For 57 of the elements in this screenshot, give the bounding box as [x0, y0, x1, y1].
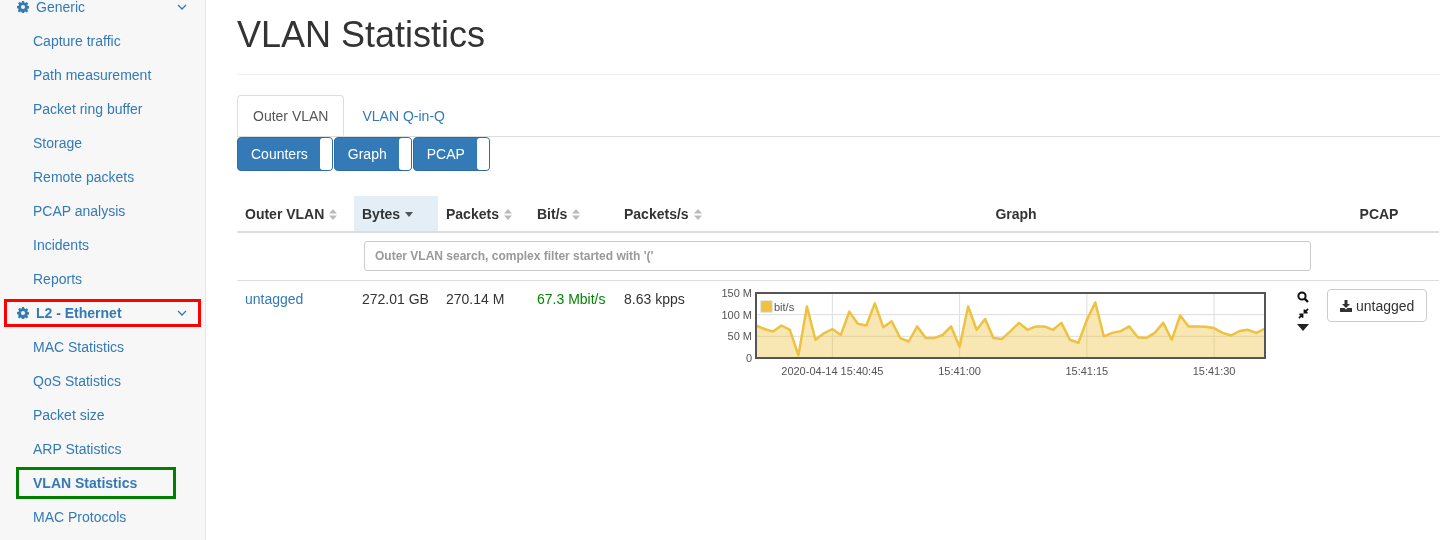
sort-icon [693, 209, 702, 221]
search-field[interactable]: Outer VLAN search, complex filter started with '(' [364, 241, 1311, 271]
x-tick-label: 2020-04-14 15:40:45 [781, 365, 884, 377]
table-cell: 272.01 GB [362, 291, 429, 307]
sidebar-item[interactable]: Storage [17, 128, 122, 158]
sidebar-item[interactable]: Packet ring buffer [17, 94, 182, 124]
compress-icon[interactable] [1297, 308, 1309, 319]
sort-icon [329, 209, 338, 221]
sidebar-item[interactable]: PCAP analysis [17, 196, 165, 226]
sidebar-group-header[interactable]: L2 - Ethernet [1, 296, 204, 330]
search-icon[interactable] [1297, 291, 1309, 303]
chevron-icon [177, 310, 187, 316]
x-tick-label: 15:41:00 [938, 365, 981, 377]
sort-icon [572, 209, 581, 221]
sidebar-item[interactable]: MAC Statistics [17, 332, 163, 362]
y-tick-label: 150 M [721, 287, 752, 299]
sidebar-item[interactable]: Incidents [17, 230, 129, 260]
sidebar-item[interactable]: VLAN Statistics [17, 468, 177, 498]
chevron-icon [177, 4, 187, 10]
sidebar-item[interactable]: Capture traffic [17, 26, 160, 56]
caret-down-icon[interactable] [1297, 324, 1309, 331]
y-tick-label: 0 [745, 352, 752, 364]
sidebar-item[interactable]: ARP Statistics [17, 434, 161, 464]
column-header[interactable]: Bytes [354, 196, 438, 232]
tab[interactable]: VLAN Q-in-Q [346, 95, 461, 136]
y-tick-label: 100 M [721, 308, 752, 321]
column-header: PCAP [1319, 196, 1439, 232]
table-cell: 270.14 M [446, 291, 505, 307]
sort-icon [503, 209, 512, 221]
sidebar-item[interactable]: Packet size [17, 400, 144, 430]
tab[interactable]: Outer VLAN [237, 95, 345, 136]
download-button[interactable]: untagged [1327, 289, 1428, 322]
sidebar-item[interactable]: MAC Protocols [17, 502, 166, 532]
y-tick-label: 50 M [727, 330, 752, 343]
table-cell: 8.63 kpps [624, 291, 685, 307]
column-header[interactable]: Bit/s [529, 196, 616, 232]
page-title: VLAN Statistics [237, 15, 487, 55]
column-header[interactable]: Packets/s [616, 196, 713, 232]
vlan-link[interactable]: untagged [245, 291, 304, 307]
legend-label: bit/s [774, 301, 795, 313]
sidebar-item[interactable]: Path measurement [17, 60, 191, 90]
x-tick-label: 15:41:30 [1192, 365, 1236, 377]
sidebar-group-header[interactable]: Generic [1, 0, 204, 24]
sidebar-item[interactable]: Remote packets [17, 162, 174, 192]
toggle-button[interactable]: Counters [237, 137, 333, 171]
table-cell: 67.3 Mbit/s [537, 291, 606, 307]
sidebar-item[interactable]: QoS Statistics [17, 366, 160, 396]
download-icon [1340, 299, 1352, 312]
x-tick-label: 15:41:15 [1065, 365, 1109, 377]
gear-icon [17, 1, 29, 13]
column-header[interactable]: Packets [438, 196, 529, 232]
toggle-button[interactable]: Graph [333, 137, 412, 171]
sort-descending-icon [405, 212, 414, 218]
gear-icon [17, 307, 29, 319]
column-header: Graph [713, 196, 1319, 232]
sidebar-item[interactable]: Reports [17, 264, 122, 294]
toggle-button[interactable]: PCAP [412, 137, 490, 171]
